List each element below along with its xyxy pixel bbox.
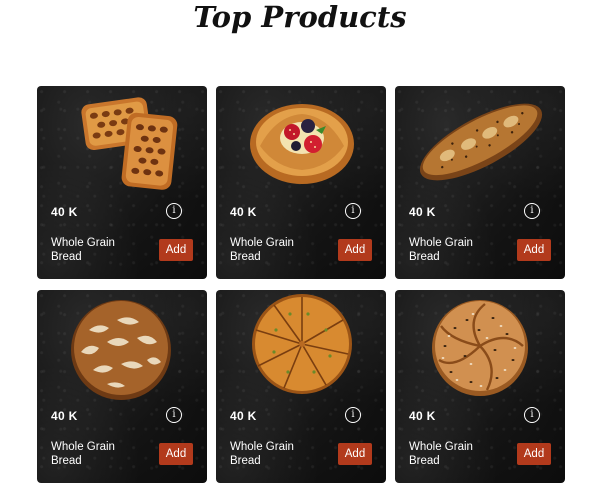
page-title: Top Products — [193, 0, 407, 34]
product-name: Whole Grain Bread — [51, 441, 115, 467]
add-to-cart-button[interactable]: Add — [159, 443, 193, 465]
product-price: 40 K — [230, 205, 257, 219]
product-name: Whole Grain Bread — [230, 237, 294, 263]
info-icon[interactable]: i — [524, 407, 540, 423]
product-card[interactable]: 40 K i Whole Grain Bread Add — [395, 290, 565, 483]
info-icon[interactable]: i — [345, 407, 361, 423]
product-card[interactable]: 40 K i Whole Grain Bread Add — [37, 86, 207, 279]
add-to-cart-button[interactable]: Add — [517, 239, 551, 261]
pastry-icon — [37, 86, 207, 198]
product-price: 40 K — [409, 409, 436, 423]
add-to-cart-button[interactable]: Add — [338, 239, 372, 261]
sourdough-loaf-icon — [37, 290, 207, 402]
product-price: 40 K — [409, 205, 436, 219]
pie-icon — [216, 290, 386, 402]
product-grid: 40 K i Whole Grain Bread Add 40 K i Whol… — [37, 86, 565, 483]
product-price: 40 K — [230, 409, 257, 423]
product-card[interactable]: 40 K i Whole Grain Bread Add — [37, 290, 207, 483]
add-to-cart-button[interactable]: Add — [517, 443, 551, 465]
seeded-roll-icon — [395, 290, 565, 402]
add-to-cart-button[interactable]: Add — [159, 239, 193, 261]
product-name: Whole Grain Bread — [409, 441, 473, 467]
info-icon[interactable]: i — [166, 407, 182, 423]
product-name: Whole Grain Bread — [230, 441, 294, 467]
add-to-cart-button[interactable]: Add — [338, 443, 372, 465]
product-price: 40 K — [51, 409, 78, 423]
info-icon[interactable]: i — [524, 203, 540, 219]
product-card[interactable]: 40 K i Whole Grain Bread Add — [395, 86, 565, 279]
berry-danish-icon — [216, 86, 386, 198]
product-price: 40 K — [51, 205, 78, 219]
baguette-icon — [395, 86, 565, 198]
product-card[interactable]: 40 K i Whole Grain Bread Add — [216, 290, 386, 483]
info-icon[interactable]: i — [345, 203, 361, 219]
product-name: Whole Grain Bread — [51, 237, 115, 263]
info-icon[interactable]: i — [166, 203, 182, 219]
product-name: Whole Grain Bread — [409, 237, 473, 263]
product-card[interactable]: 40 K i Whole Grain Bread Add — [216, 86, 386, 279]
